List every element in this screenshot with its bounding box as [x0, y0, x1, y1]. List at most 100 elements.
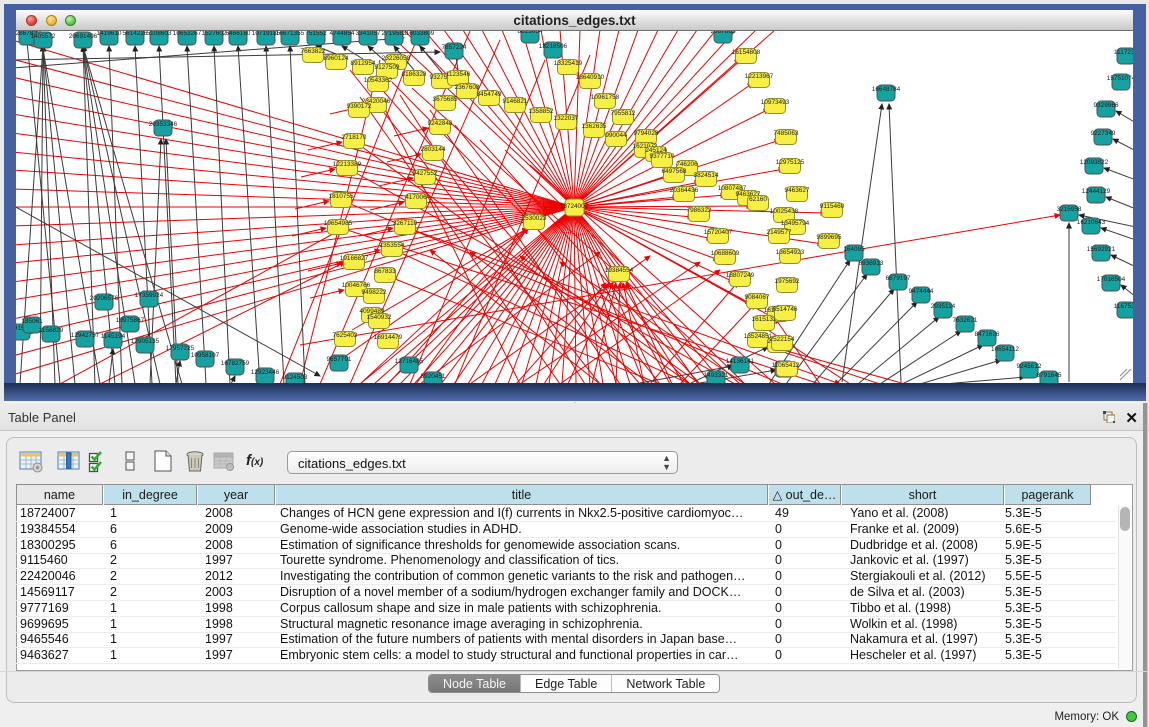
svg-text:10961758: 10961758	[591, 94, 620, 101]
svg-text:2719583: 2719583	[382, 31, 407, 37]
svg-text:8791645: 8791645	[1037, 372, 1062, 379]
svg-text:8454749: 8454749	[477, 91, 502, 98]
svg-text:19975867: 19975867	[116, 317, 145, 324]
svg-text:16671355: 16671355	[276, 31, 305, 37]
svg-text:3824514: 3824514	[694, 172, 719, 179]
svg-text:9227349: 9227349	[1091, 130, 1116, 137]
svg-text:1156829: 1156829	[39, 327, 64, 334]
svg-text:9146821: 9146821	[503, 98, 528, 105]
svg-text:9115460: 9115460	[820, 203, 845, 210]
svg-text:13495794: 13495794	[781, 220, 810, 227]
svg-text:7485063: 7485063	[774, 130, 799, 137]
svg-text:20353346: 20353346	[149, 121, 178, 128]
svg-text:8813054: 8813054	[518, 31, 543, 35]
svg-text:9390172: 9390172	[347, 103, 372, 110]
svg-text:6514746: 6514746	[773, 306, 798, 313]
svg-text:417006: 417006	[405, 194, 427, 201]
svg-text:62160: 62160	[749, 196, 767, 203]
svg-text:6466160: 6466160	[226, 31, 251, 37]
svg-text:16154808: 16154808	[732, 49, 761, 56]
svg-text:1358852: 1358852	[529, 108, 554, 115]
svg-text:18640910: 18640910	[576, 74, 605, 81]
svg-text:12093822: 12093822	[1080, 159, 1109, 166]
svg-text:2935114: 2935114	[931, 303, 956, 310]
svg-text:1419610: 1419610	[97, 31, 122, 37]
svg-text:12213389: 12213389	[333, 161, 362, 168]
svg-text:990044: 990044	[605, 132, 627, 139]
svg-text:13654923: 13654923	[776, 249, 805, 256]
svg-text:16648784: 16648784	[872, 86, 901, 93]
svg-text:16033809: 16033809	[406, 31, 435, 37]
svg-text:6879197: 6879197	[886, 275, 911, 282]
svg-text:2522154: 2522154	[770, 336, 795, 343]
svg-text:9427552: 9427552	[413, 170, 438, 177]
svg-text:19166827: 19166827	[340, 255, 369, 262]
svg-text:12923446: 12923446	[251, 369, 280, 376]
svg-text:20691406: 20691406	[69, 33, 98, 40]
svg-text:7625402: 7625402	[333, 332, 358, 339]
svg-text:15751074: 15751074	[1107, 75, 1133, 82]
svg-text:164095: 164095	[843, 246, 865, 253]
svg-text:7955812: 7955812	[611, 110, 636, 117]
svg-text:5108603: 5108603	[147, 31, 172, 37]
svg-text:2087862: 2087862	[711, 31, 736, 35]
svg-text:19384554: 19384554	[605, 267, 634, 274]
svg-text:18218506: 18218506	[539, 43, 568, 50]
svg-text:8471626: 8471626	[975, 331, 1000, 338]
svg-text:9657791: 9657791	[327, 356, 352, 363]
svg-text:9124503: 9124503	[283, 374, 308, 381]
svg-text:12942757: 12942757	[71, 332, 100, 339]
svg-text:1405572: 1405572	[31, 33, 56, 40]
svg-text:7986322: 7986322	[687, 207, 712, 214]
svg-text:7857224: 7857224	[442, 44, 467, 51]
svg-text:5614226: 5614226	[123, 31, 148, 37]
svg-text:9127509: 9127509	[375, 64, 400, 71]
svg-text:8912954: 8912954	[351, 60, 376, 67]
svg-text:20206576: 20206576	[90, 295, 119, 302]
svg-text:746206: 746206	[676, 161, 698, 168]
svg-text:14136141: 14136141	[726, 358, 755, 365]
svg-text:8938913: 8938913	[859, 260, 884, 267]
svg-text:13716485: 13716485	[395, 358, 424, 365]
svg-text:6497568: 6497568	[662, 168, 687, 175]
svg-text:10958107: 10958107	[191, 352, 220, 359]
svg-text:2718170: 2718170	[342, 134, 367, 141]
svg-text:12213967: 12213967	[745, 73, 774, 80]
svg-text:1615132: 1615132	[752, 316, 777, 323]
svg-text:10688609: 10688609	[711, 250, 740, 257]
svg-text:1810755: 1810755	[329, 193, 354, 200]
svg-text:10543362: 10543362	[364, 77, 393, 84]
svg-text:16782759: 16782759	[221, 360, 250, 367]
svg-text:3675685: 3675685	[433, 96, 458, 103]
svg-text:10654112: 10654112	[991, 346, 1019, 353]
svg-text:2149577: 2149577	[767, 229, 792, 236]
svg-text:1322037: 1322037	[554, 115, 579, 122]
svg-text:1123546: 1123546	[446, 71, 471, 78]
svg-text:8960124: 8960124	[324, 55, 349, 62]
svg-text:1167534: 1167534	[1114, 303, 1133, 310]
svg-text:2803144: 2803144	[421, 146, 446, 153]
svg-text:15720407: 15720407	[704, 229, 733, 236]
svg-text:18807249: 18807249	[726, 272, 755, 279]
svg-text:1117234: 1117234	[1114, 49, 1133, 56]
svg-text:17359924: 17359924	[135, 292, 164, 299]
svg-text:1353554: 1353554	[380, 242, 405, 249]
svg-text:10653267: 10653267	[173, 31, 202, 37]
svg-text:9377710: 9377710	[650, 153, 675, 160]
svg-text:8186328: 8186328	[402, 71, 427, 78]
svg-text:4744854: 4744854	[330, 31, 355, 37]
svg-text:7632621: 7632621	[953, 317, 978, 324]
svg-text:12905135: 12905135	[131, 338, 160, 345]
svg-text:9084067: 9084067	[745, 294, 770, 301]
svg-text:18724007: 18724007	[560, 203, 589, 210]
svg-text:13325419: 13325419	[554, 60, 583, 67]
svg-text:12444129: 12444129	[1082, 188, 1111, 195]
svg-text:751552: 751552	[305, 31, 327, 37]
svg-text:3341057: 3341057	[356, 31, 381, 37]
svg-text:10025438: 10025438	[770, 208, 799, 215]
svg-text:8920451: 8920451	[421, 373, 446, 380]
svg-text:9794028: 9794028	[634, 130, 659, 137]
svg-text:3267110: 3267110	[393, 220, 418, 227]
svg-text:20364436: 20364436	[670, 187, 699, 194]
svg-text:12975125: 12975125	[776, 159, 805, 166]
